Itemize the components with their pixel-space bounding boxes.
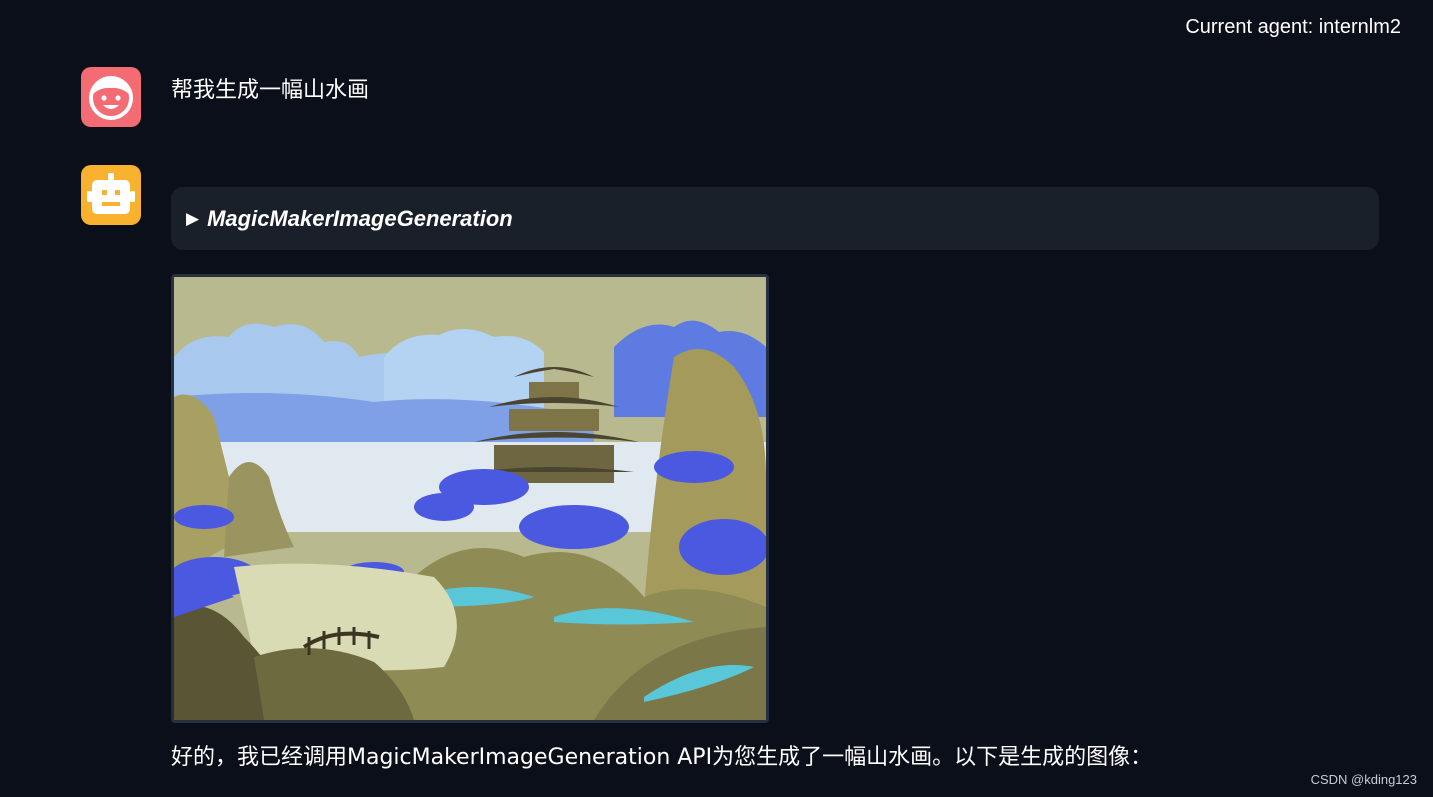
current-agent-label: Current agent: internlm2 (1185, 16, 1401, 38)
assistant-reply: 好的，我已经调用MagicMakerImageGeneration API为您生… (171, 745, 1153, 770)
generated-image (171, 274, 769, 723)
landscape-painting-image (174, 277, 766, 720)
triangle-right-icon[interactable]: ▶ (186, 209, 199, 229)
robot-icon (87, 173, 135, 214)
user-message: 帮我生成一幅山水画 (171, 78, 370, 103)
watermark: CSDN @kding123 (1310, 772, 1417, 787)
tool-call-panel[interactable]: ▶ MagicMakerImageGeneration (171, 187, 1379, 250)
user-face-icon (89, 76, 133, 120)
user-avatar (81, 67, 141, 127)
assistant-avatar (81, 165, 141, 225)
tool-call-name: MagicMakerImageGeneration (207, 205, 513, 231)
